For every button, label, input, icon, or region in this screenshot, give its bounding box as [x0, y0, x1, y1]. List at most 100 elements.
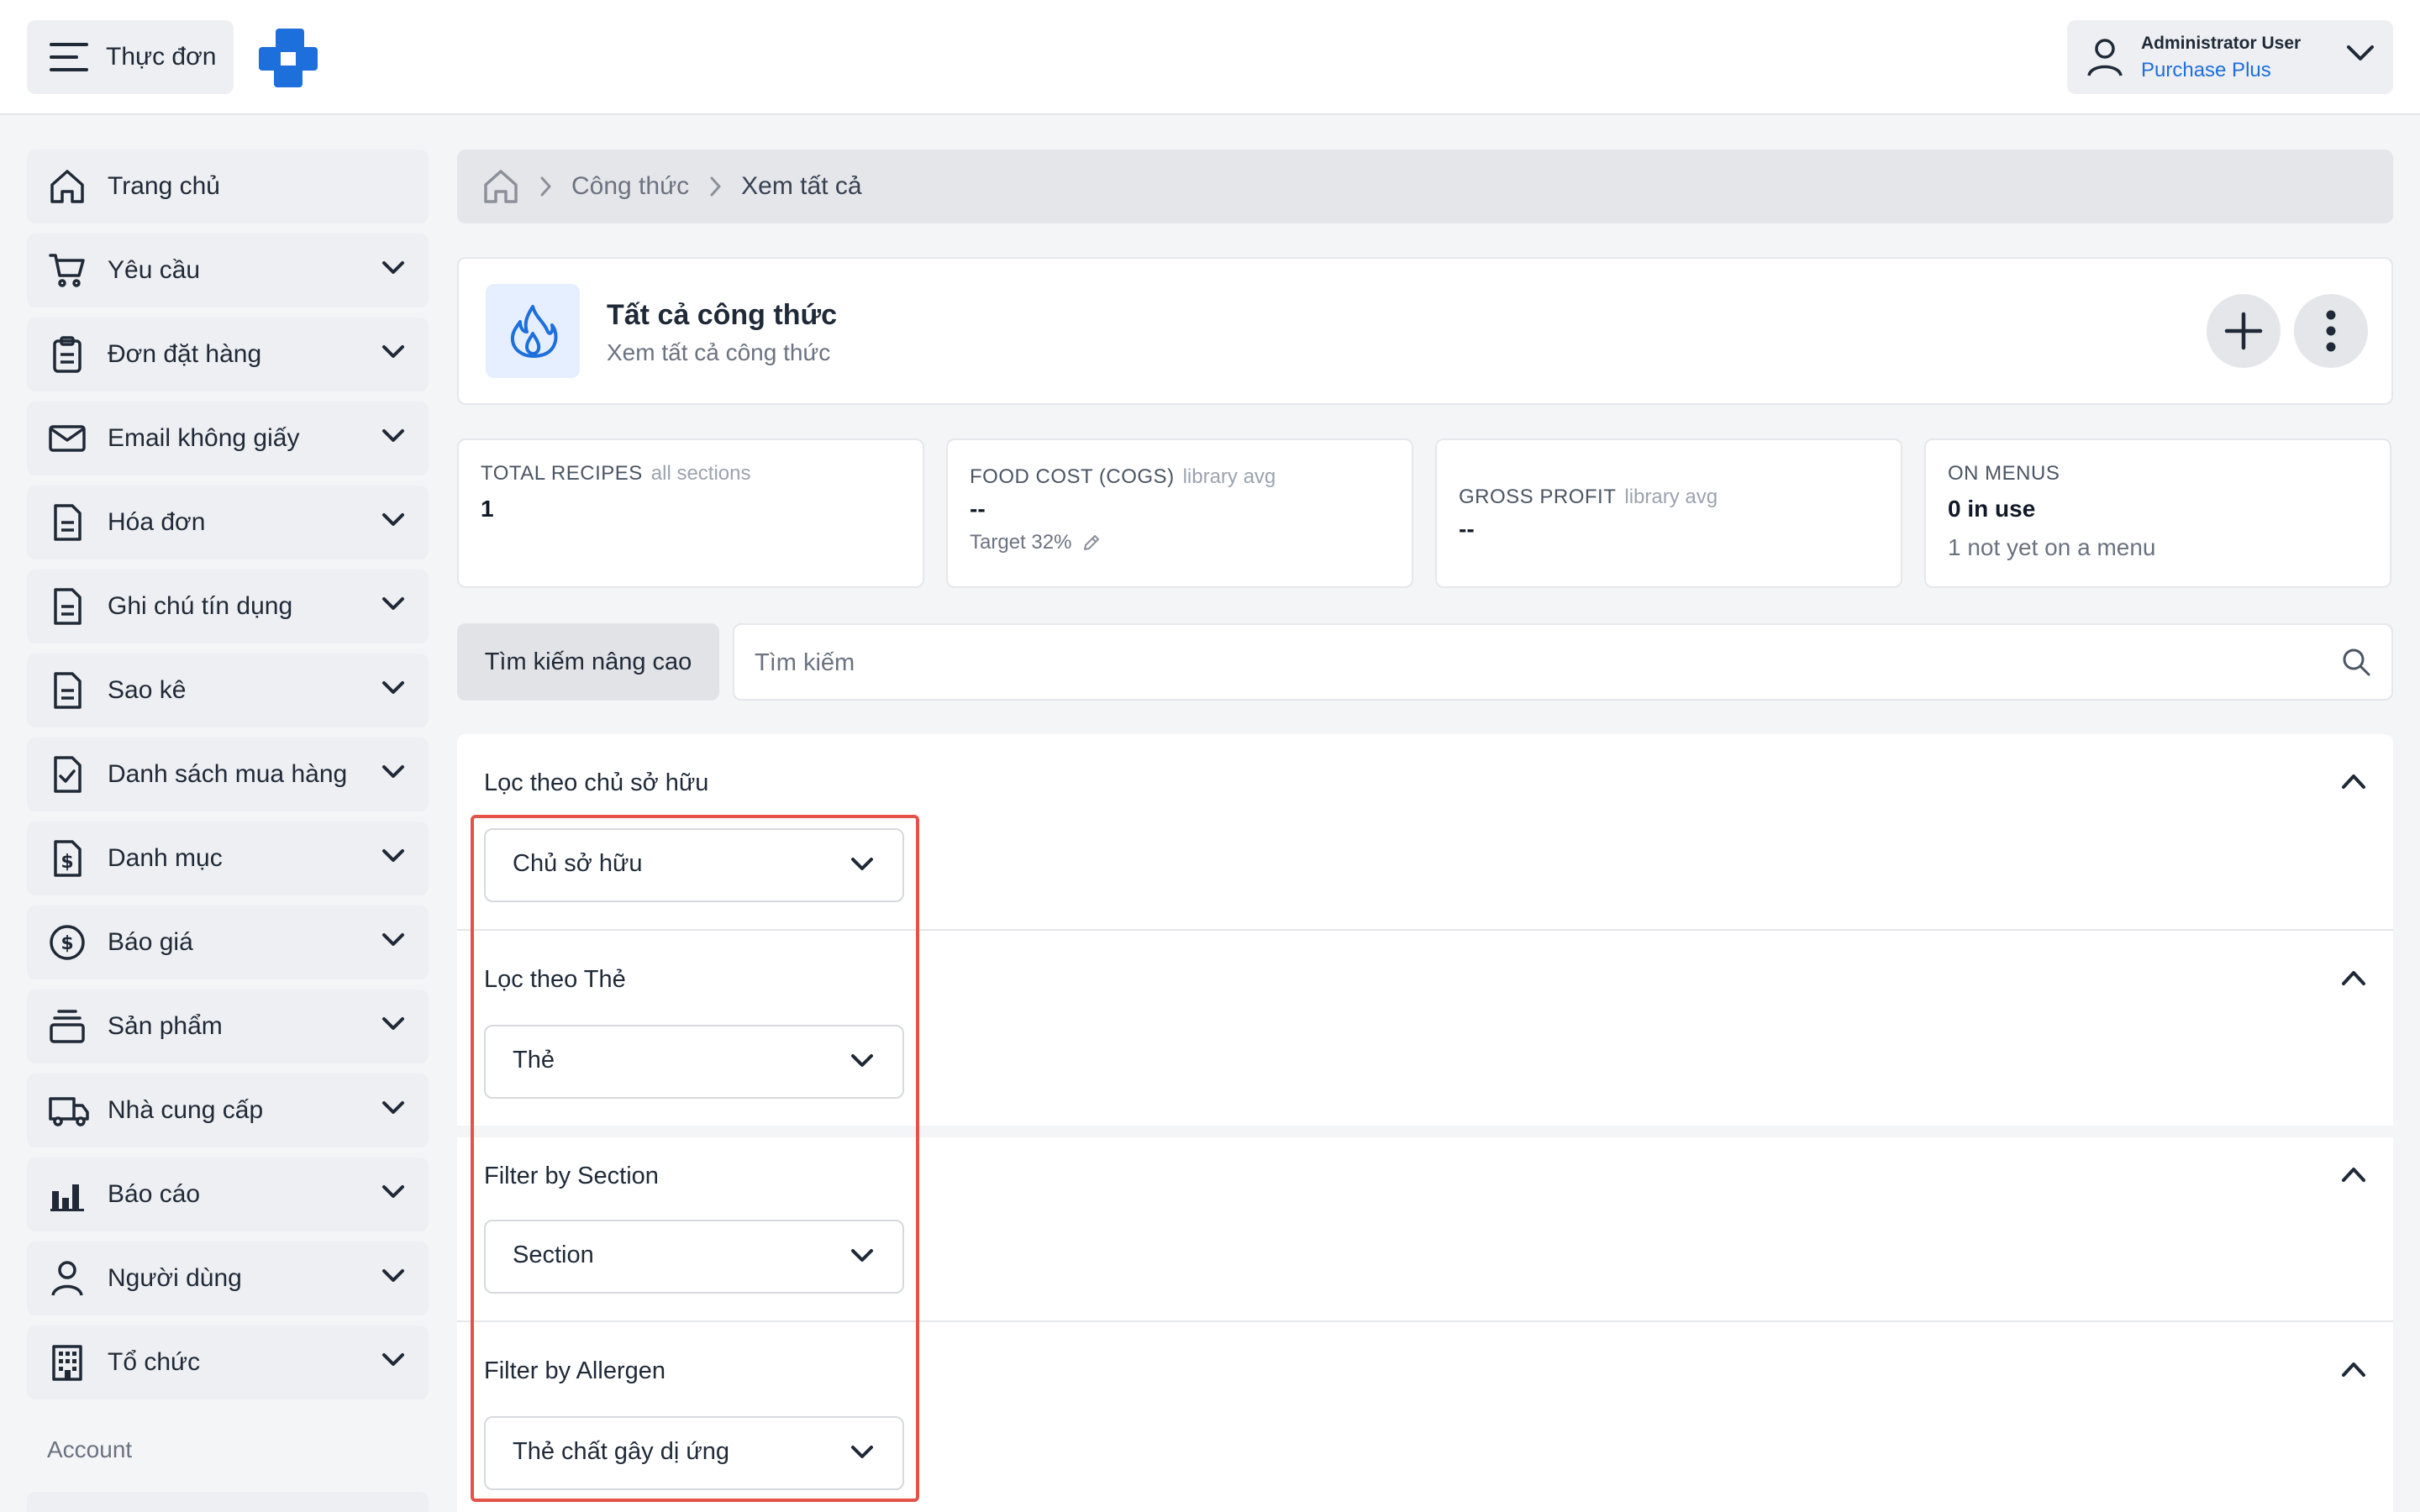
logo[interactable]: [257, 27, 319, 89]
sidebar-item-label: Trang chủ: [108, 172, 220, 200]
sidebar-item-account-partial[interactable]: [27, 1492, 429, 1512]
bar-chart-icon: [49, 1176, 86, 1213]
home-icon: [49, 168, 86, 205]
search-icon[interactable]: [2341, 647, 2371, 677]
sidebar-item-quotes[interactable]: $ Báo giá: [27, 906, 429, 979]
sidebar-item-organization[interactable]: Tổ chức: [27, 1326, 429, 1399]
chevron-down-icon: [381, 680, 405, 696]
tag-select[interactable]: Thẻ: [484, 1025, 904, 1099]
svg-text:$: $: [60, 852, 73, 873]
sidebar-item-suppliers[interactable]: Nhà cung cấp: [27, 1074, 429, 1147]
sidebar-item-label: Báo giá: [108, 928, 193, 956]
sidebar: Trang chủ Yêu cầu Đơn đặt hàng Email khô…: [27, 150, 429, 1463]
chevron-down-icon: [381, 1184, 405, 1200]
chevron-down-icon: [381, 260, 405, 276]
stat-gross-profit: GROSS PROFIT library avg --: [1435, 438, 1902, 588]
building-icon: [49, 1344, 86, 1381]
sidebar-item-products[interactable]: Sản phẩm: [27, 990, 429, 1063]
sidebar-item-label: Danh mục: [108, 844, 223, 872]
dollar-document-icon: $: [49, 840, 86, 877]
checklist-icon: [49, 756, 86, 793]
sidebar-item-reports[interactable]: Báo cáo: [27, 1158, 429, 1231]
user-org: Purchase Plus: [2141, 59, 2271, 81]
user-name: Administrator User: [2141, 34, 2302, 53]
chevron-down-icon: [381, 764, 405, 780]
filter-title: Filter by Section: [484, 1163, 659, 1189]
sidebar-item-paperless-email[interactable]: Email không giấy: [27, 402, 429, 475]
stat-sublabel: all sections: [650, 462, 751, 485]
chevron-down-icon: [381, 1016, 405, 1032]
sidebar-item-label: Yêu cầu: [108, 256, 201, 284]
plus-icon: [2223, 311, 2264, 351]
more-options-button[interactable]: [2294, 294, 2368, 368]
sidebar-item-invoices[interactable]: Hóa đơn: [27, 486, 429, 559]
mail-icon: [49, 420, 86, 457]
chevron-right-icon: [539, 176, 551, 197]
sidebar-item-label: Nhà cung cấp: [108, 1096, 264, 1124]
truck-icon: [49, 1092, 89, 1129]
user-icon: [49, 1260, 86, 1297]
menu-button[interactable]: Thực đơn: [27, 20, 234, 94]
more-vertical-icon: [2325, 310, 2337, 352]
sidebar-item-orders[interactable]: Đơn đặt hàng: [27, 318, 429, 391]
chevron-up-icon[interactable]: [2341, 1361, 2366, 1378]
search-input[interactable]: [755, 640, 2317, 685]
filter-title: Lọc theo chủ sở hữu: [484, 769, 709, 796]
sidebar-item-label: Sao kê: [108, 676, 187, 704]
breadcrumb-recipes-link[interactable]: Công thức: [571, 172, 689, 201]
stat-label: ON MENUS: [1948, 462, 2060, 485]
sidebar-item-label: Báo cáo: [108, 1180, 201, 1208]
sidebar-item-statements[interactable]: Sao kê: [27, 654, 429, 727]
allergen-select[interactable]: Thẻ chất gây dị ứng: [484, 1416, 904, 1490]
chevron-up-icon[interactable]: [2341, 773, 2366, 790]
sidebar-item-label: Email không giấy: [108, 424, 300, 452]
stat-label: GROSS PROFIT: [1459, 486, 1617, 508]
chevron-down-icon: [381, 1268, 405, 1284]
target-note: Target 32%: [970, 531, 1072, 554]
add-recipe-button[interactable]: [2207, 294, 2281, 368]
chevron-down-icon: [381, 1100, 405, 1116]
flame-icon: [486, 284, 580, 378]
stat-on-menus: ON MENUS 0 in use 1 not yet on a menu: [1924, 438, 2391, 588]
stack-icon: [49, 1008, 86, 1045]
section-select[interactable]: Section: [484, 1220, 904, 1294]
owner-select[interactable]: Chủ sở hữu: [484, 828, 904, 902]
user-menu[interactable]: Administrator User Purchase Plus: [2067, 20, 2393, 94]
select-value: Thẻ chất gây dị ứng: [513, 1438, 730, 1465]
sidebar-item-home[interactable]: Trang chủ: [27, 150, 429, 223]
filters-panel: Lọc theo chủ sở hữu Chủ sở hữu Lọc theo …: [457, 734, 2393, 1512]
sidebar-item-label: Hóa đơn: [108, 508, 206, 536]
chevron-down-icon: [381, 1352, 405, 1368]
stat-total-recipes: TOTAL RECIPES all sections 1: [457, 438, 924, 588]
home-icon[interactable]: [482, 168, 519, 205]
sidebar-item-catalogs[interactable]: $ Danh mục: [27, 822, 429, 895]
sidebar-section-account: Account: [47, 1436, 133, 1462]
sidebar-item-users[interactable]: Người dùng: [27, 1242, 429, 1315]
stat-value: --: [1459, 516, 1475, 542]
select-value: Section: [513, 1242, 594, 1268]
top-bar: Thực đơn Administrator User Purchase Plu…: [0, 0, 2420, 115]
stat-value: 1: [481, 496, 494, 522]
document-icon: [49, 588, 86, 625]
chevron-down-icon: [381, 344, 405, 360]
sidebar-item-label: Ghi chú tín dụng: [108, 592, 293, 620]
stat-note: 1 not yet on a menu: [1948, 534, 2156, 560]
chevron-up-icon[interactable]: [2341, 969, 2366, 986]
chevron-right-icon: [709, 176, 721, 197]
document-icon: [49, 504, 86, 541]
svg-text:$: $: [60, 933, 73, 954]
clipboard-icon: [49, 336, 86, 373]
menu-label: Thực đơn: [106, 43, 217, 71]
document-icon: [49, 672, 86, 709]
chevron-down-icon: [381, 428, 405, 444]
chevron-up-icon[interactable]: [2341, 1166, 2366, 1183]
sidebar-item-shopping-lists[interactable]: Danh sách mua hàng: [27, 738, 429, 811]
stat-value: --: [970, 496, 986, 522]
sidebar-item-credit-notes[interactable]: Ghi chú tín dụng: [27, 570, 429, 643]
advanced-search-button[interactable]: Tìm kiếm nâng cao: [457, 623, 719, 701]
sidebar-item-requests[interactable]: Yêu cầu: [27, 234, 429, 307]
pencil-icon[interactable]: [1081, 533, 1102, 553]
sidebar-item-label: Người dùng: [108, 1264, 242, 1292]
stat-label: FOOD COST (COGS): [970, 465, 1175, 488]
page-subtitle: Xem tất cả công thức: [607, 339, 831, 365]
